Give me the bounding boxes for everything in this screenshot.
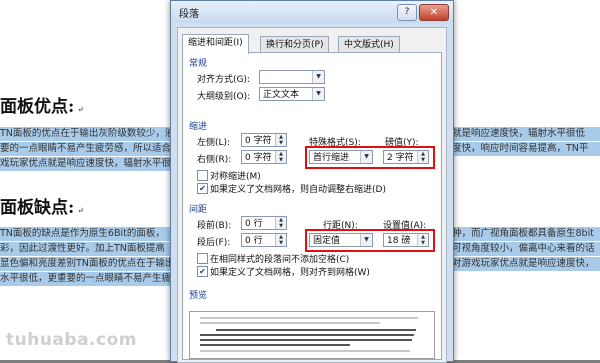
preview-section-title: 预览 bbox=[189, 291, 208, 301]
spinner-icon[interactable]: ▲ ▼ bbox=[275, 217, 286, 229]
alignment-label: 对齐方式(G): bbox=[197, 75, 251, 85]
no-space-same-style-checkbox[interactable] bbox=[197, 253, 208, 264]
heading-disadvantages: 面板缺点: ↵ bbox=[0, 198, 84, 218]
no-space-same-style-label: 在相同样式的段落间不添加空格(C) bbox=[210, 255, 350, 265]
auto-adjust-checkbox[interactable]: ✔ bbox=[197, 183, 208, 194]
paragraph1-line-1-right: 就是响应速度快，辐射水平很低 bbox=[452, 127, 600, 141]
paragraph2-line-3: 显色偏和亮度差别TN面板的优点在于输出 bbox=[0, 257, 172, 271]
mirror-indent-checkbox[interactable] bbox=[197, 170, 208, 181]
close-button[interactable]: ✕ bbox=[419, 4, 449, 21]
tab-asian-typography[interactable]: 中文版式(H) bbox=[338, 36, 400, 53]
spinner-icon[interactable]: ▲ ▼ bbox=[275, 151, 286, 163]
paragraph1-line-2: 要的一点眼睛不易产生疲劳感，所以适合 bbox=[0, 142, 172, 156]
preview-box bbox=[189, 311, 435, 359]
outline-level-select[interactable]: 正文文本 ▼ bbox=[259, 87, 325, 101]
snap-to-grid-checkbox[interactable]: ✔ bbox=[197, 266, 208, 277]
paragraph2-line-4: 水平很低，更重要的一点眼睛不易产生疲劳 bbox=[0, 272, 172, 286]
paragraph2-line-3-right: 对游戏玩家优点就是响应速度快， bbox=[452, 257, 600, 271]
paragraph-dialog: 段落 ? ✕ 缩进和间距(I) 换行和分页(P) 中文版式(H) 常规 对齐方式… bbox=[170, 0, 454, 363]
left-indent-input[interactable]: 0 字符 ▲ ▼ bbox=[241, 133, 287, 147]
outline-level-label: 大纲级别(O): bbox=[197, 92, 251, 102]
alignment-select[interactable]: ▼ bbox=[259, 70, 325, 84]
auto-adjust-label: 如果定义了文档网格，则自动调整右缩进(D) bbox=[210, 185, 386, 195]
preview-line bbox=[216, 329, 416, 331]
chevron-down-icon: ▼ bbox=[312, 88, 324, 100]
heading-advantages: 面板优点: ↵ bbox=[0, 97, 84, 117]
general-section-title: 常规 bbox=[189, 59, 208, 69]
indent-section-title: 缩进 bbox=[189, 122, 208, 132]
paragraph2-line-1-right: 种，而广视角面板都具备原生8bit bbox=[452, 227, 600, 241]
preview-line bbox=[200, 344, 350, 346]
spinner-icon[interactable]: ▲ ▼ bbox=[275, 134, 286, 146]
red-highlight-spacing bbox=[305, 229, 435, 252]
paragraph1-line-3: 戏玩家优点就是响应速度快，辐射水平很低 bbox=[0, 157, 172, 171]
left-indent-label: 左侧(L): bbox=[197, 138, 231, 148]
tab-panel: 常规 对齐方式(G): ▼ 大纲级别(O): 正文文本 ▼ 缩进 左侧(L): 0… bbox=[182, 52, 442, 360]
preview-line bbox=[200, 350, 410, 352]
watermark-text: tuhuaba.com bbox=[6, 330, 137, 350]
snap-to-grid-label: 如果定义了文档网格，则对齐到网格(W) bbox=[210, 268, 370, 278]
paragraph2-line-2: 彩，因此过渡性更好。加上TN面板提高 bbox=[0, 242, 172, 256]
paragraph2-line-2-right: 可视角度较小，偏离中心来看的话 bbox=[452, 242, 600, 256]
spacing-section-title: 间距 bbox=[189, 205, 208, 215]
preview-line bbox=[200, 322, 380, 324]
preview-line bbox=[200, 334, 414, 336]
paragraph2-line-1: TN面板的缺点是作为原生6Bit的面板， bbox=[0, 227, 172, 241]
paragraph1-line-2-right: 度快，响应时间容易提高，TN平 bbox=[452, 142, 600, 156]
dialog-title: 段落 bbox=[179, 9, 199, 20]
preview-line bbox=[200, 317, 418, 319]
right-indent-label: 右侧(R): bbox=[197, 155, 232, 165]
preview-line bbox=[200, 339, 412, 341]
mirror-indent-label: 对称缩进(M) bbox=[210, 172, 261, 182]
dialog-body: 缩进和间距(I) 换行和分页(P) 中文版式(H) 常规 对齐方式(G): ▼ … bbox=[177, 27, 447, 363]
chevron-down-icon: ▼ bbox=[312, 71, 324, 83]
space-before-label: 段前(B): bbox=[197, 221, 232, 231]
tab-indent-spacing[interactable]: 缩进和间距(I) bbox=[182, 34, 249, 54]
paragraph1-line-1: TN面板的优点在于输出灰阶级数较少，液 bbox=[0, 127, 172, 141]
tab-line-page-breaks[interactable]: 换行和分页(P) bbox=[260, 36, 330, 53]
help-button[interactable]: ? bbox=[397, 4, 417, 21]
spinner-icon[interactable]: ▲ ▼ bbox=[275, 234, 286, 246]
dialog-titlebar[interactable]: 段落 ? ✕ bbox=[171, 1, 453, 23]
right-indent-input[interactable]: 0 字符 ▲ ▼ bbox=[241, 150, 287, 164]
red-highlight-indent bbox=[305, 146, 435, 169]
space-after-input[interactable]: 0 行 ▲ ▼ bbox=[241, 233, 287, 247]
space-before-input[interactable]: 0 行 ▲ ▼ bbox=[241, 216, 287, 230]
space-after-label: 段后(F): bbox=[197, 238, 231, 248]
